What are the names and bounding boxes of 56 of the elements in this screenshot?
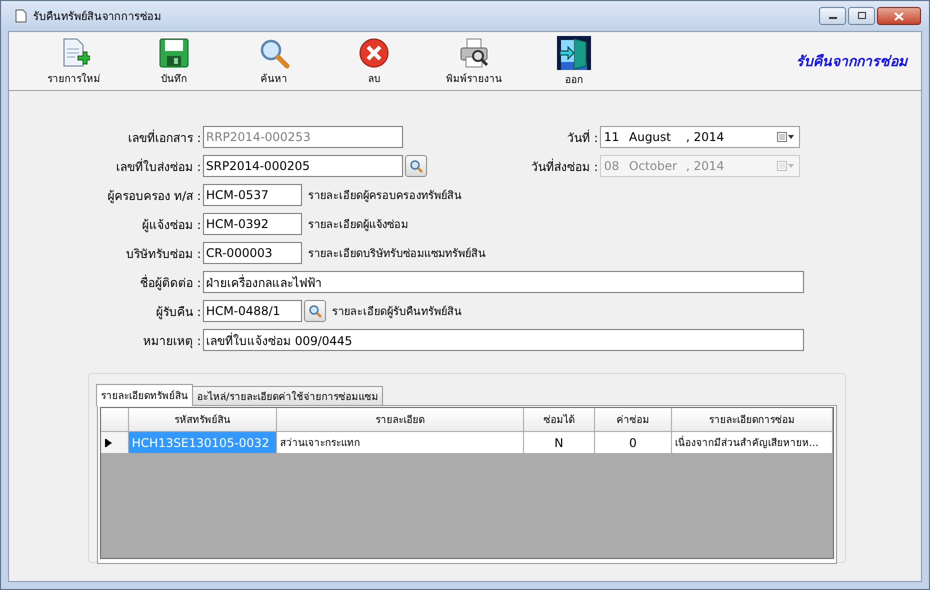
tab[interactable]: รายละเอียดทรัพย์สิน bbox=[96, 384, 193, 406]
column-header[interactable]: ซ่อมได้ bbox=[524, 408, 595, 432]
description-text: รายละเอียดบริษัทรับซ่อมแซมทรัพย์สิน bbox=[308, 246, 486, 262]
field-label: ผู้แจ้งซ่อม : bbox=[141, 216, 202, 234]
row-header[interactable] bbox=[101, 432, 129, 454]
toolbar-button[interactable]: ค้นหา bbox=[225, 34, 323, 88]
search-button[interactable] bbox=[304, 300, 326, 322]
minimize-button[interactable] bbox=[819, 7, 846, 25]
form-heading: รับคืนจากการซ่อม bbox=[796, 53, 907, 72]
column-header[interactable]: รายละเอียดการซ่อม bbox=[672, 408, 833, 432]
maximize-button[interactable] bbox=[848, 7, 875, 25]
search-icon bbox=[308, 304, 322, 318]
description-text: รายละเอียดผู้แจ้งซ่อม bbox=[308, 217, 408, 233]
description-text: รายละเอียดผู้รับคืนทรัพย์สิน bbox=[332, 304, 462, 320]
calendar-icon bbox=[777, 132, 795, 142]
field-label: ผู้รับคืน : bbox=[155, 304, 202, 320]
text-field[interactable]: HCM-0488/1 bbox=[203, 300, 302, 322]
close-button[interactable] bbox=[877, 7, 921, 25]
field-label: เลขที่เอกสาร : bbox=[127, 128, 202, 146]
field-label: หมายเหตุ : bbox=[142, 332, 202, 350]
field-label: วันที่ส่งซ่อม : bbox=[531, 158, 599, 176]
column-header[interactable]: ค่าซ่อม bbox=[594, 408, 672, 432]
document-icon bbox=[15, 9, 27, 23]
toolbar-button[interactable]: พิมพ์รายงาน bbox=[425, 34, 523, 88]
table-cell[interactable]: สว่านเจาะกระแทก bbox=[276, 432, 524, 454]
table-cell[interactable]: 0 bbox=[594, 432, 672, 454]
field-label: วันที่ : bbox=[567, 128, 599, 146]
field-label: ชื่อผู้ติดต่อ : bbox=[139, 274, 202, 292]
column-header[interactable]: รายละเอียด bbox=[276, 408, 524, 432]
toolbar-button[interactable]: ลบ bbox=[325, 34, 423, 88]
text-field[interactable]: SRP2014-000205 bbox=[203, 155, 403, 177]
text-field[interactable]: HCM-0537 bbox=[203, 184, 302, 206]
toolbar-button[interactable]: ออก bbox=[525, 34, 623, 88]
exit-door-icon bbox=[557, 36, 591, 70]
window-title: รับคืนทรัพย์สินจากการซ่อม bbox=[33, 9, 161, 25]
table-cell[interactable]: เนื่องจากมีส่วนสำคัญเสียหายห... bbox=[672, 432, 833, 454]
search-button[interactable] bbox=[405, 155, 427, 177]
tab[interactable]: อะไหล่/รายละเอียดค่าใช้จ่ายการซ่อมแซม bbox=[192, 386, 384, 405]
field-label: บริษัทรับซ่อม : bbox=[125, 246, 202, 262]
delete-icon bbox=[358, 36, 390, 68]
description-text: รายละเอียดผู้ครอบครองทรัพย์สิน bbox=[308, 188, 462, 204]
column-header[interactable]: รหัสทรัพย์สิน bbox=[128, 408, 277, 432]
close-icon bbox=[894, 12, 904, 20]
text-field[interactable]: CR-000003 bbox=[203, 242, 302, 264]
text-field[interactable]: เลขที่ใบแจ้งซ่อม 009/0445 bbox=[203, 329, 804, 351]
search-icon bbox=[409, 159, 423, 173]
toolbar-button[interactable]: บันทึก bbox=[125, 34, 223, 88]
toolbar-button[interactable]: รายการใหม่ bbox=[25, 34, 123, 88]
text-field[interactable]: HCM-0392 bbox=[203, 213, 302, 235]
calendar-icon bbox=[777, 161, 795, 171]
maximize-icon bbox=[856, 12, 866, 20]
field-label: ผู้ครอบครอง ท/ส : bbox=[106, 188, 202, 204]
print-preview-icon bbox=[458, 36, 490, 68]
field-label: เลขที่ใบส่งซ่อม : bbox=[115, 158, 202, 176]
table-cell[interactable]: N bbox=[524, 432, 595, 454]
text-field[interactable]: ฝ่ายเครื่องกลและไฟฟ้า bbox=[203, 271, 804, 293]
